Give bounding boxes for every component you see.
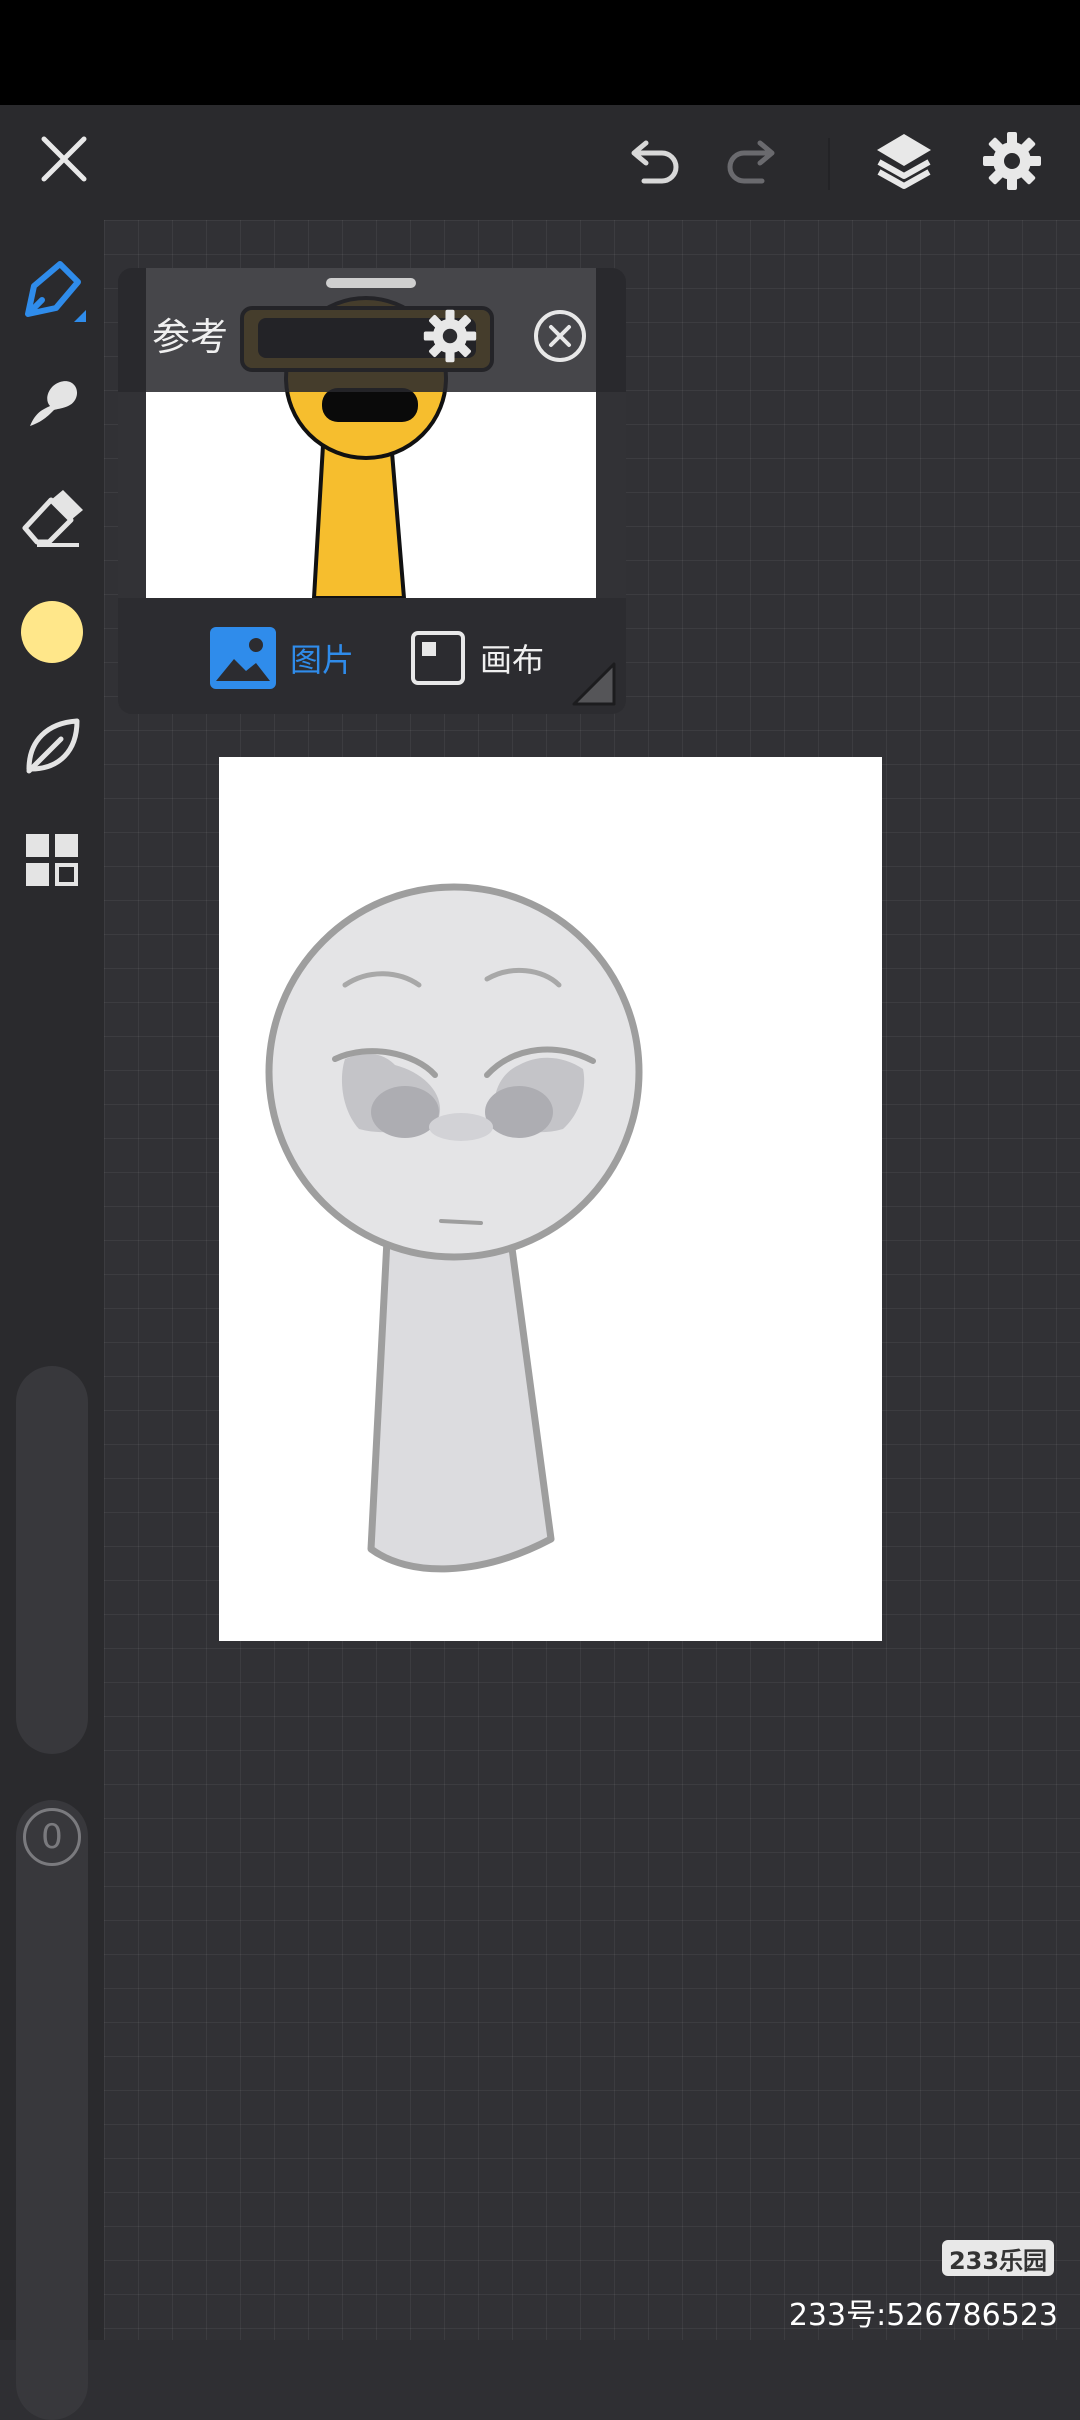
watermark-logo: 233乐园 [942, 2240, 1054, 2276]
close-icon [41, 136, 87, 182]
brush-size-slider[interactable]: S [16, 1366, 88, 1892]
resize-handle-icon[interactable] [570, 660, 618, 708]
more-tools[interactable] [12, 820, 92, 900]
pen-tool[interactable] [12, 252, 92, 332]
gear-icon [423, 309, 477, 363]
leaf-tool[interactable] [12, 706, 92, 786]
settings-button[interactable] [974, 123, 1050, 199]
smudge-tool[interactable] [12, 364, 92, 444]
close-button[interactable] [30, 125, 98, 193]
tool-sidebar: S 0 [0, 220, 104, 2420]
color-swatch [21, 601, 83, 663]
opacity-label: 0 [23, 1808, 81, 1866]
image-icon [210, 627, 276, 689]
reference-header: 参考 [118, 268, 626, 392]
grid-icon [26, 834, 78, 886]
toolbar-divider [828, 138, 830, 190]
pen-icon [25, 261, 86, 322]
layers-button[interactable] [866, 123, 942, 199]
watermark-id: 233号:526786523 [788, 2298, 1058, 2333]
tab-image[interactable]: 图片 [210, 626, 354, 690]
status-bar [0, 0, 1080, 105]
character-drawing [265, 883, 643, 1573]
redo-button[interactable] [718, 127, 786, 195]
undo-button[interactable] [620, 127, 688, 195]
reference-settings-button[interactable] [422, 308, 478, 364]
smudge-icon [30, 381, 78, 426]
undo-icon [631, 140, 679, 184]
reference-footer: 图片 画布 [118, 598, 626, 714]
tab-canvas-label: 画布 [480, 641, 545, 679]
opacity-slider[interactable]: 0 [16, 1800, 88, 2420]
drawing-canvas[interactable] [219, 757, 882, 1641]
leaf-icon [26, 718, 80, 774]
layers-icon [877, 134, 931, 189]
redo-icon [727, 140, 775, 184]
eraser-icon [22, 490, 83, 547]
tab-canvas[interactable]: 画布 [410, 626, 544, 690]
canvas-icon [411, 631, 465, 685]
opacity-knob[interactable]: 0 [19, 1804, 85, 1870]
reference-title: 参考 [152, 315, 229, 359]
drag-handle[interactable] [326, 278, 416, 288]
reference-close-button[interactable] [532, 308, 588, 364]
eraser-tool[interactable] [12, 478, 92, 558]
reference-panel[interactable]: 参考 图片 画布 [118, 268, 626, 714]
color-picker[interactable] [12, 592, 92, 672]
top-toolbar [0, 105, 1080, 220]
gear-icon [983, 132, 1041, 190]
tab-image-label: 图片 [290, 641, 355, 679]
close-circle-icon [534, 310, 586, 362]
